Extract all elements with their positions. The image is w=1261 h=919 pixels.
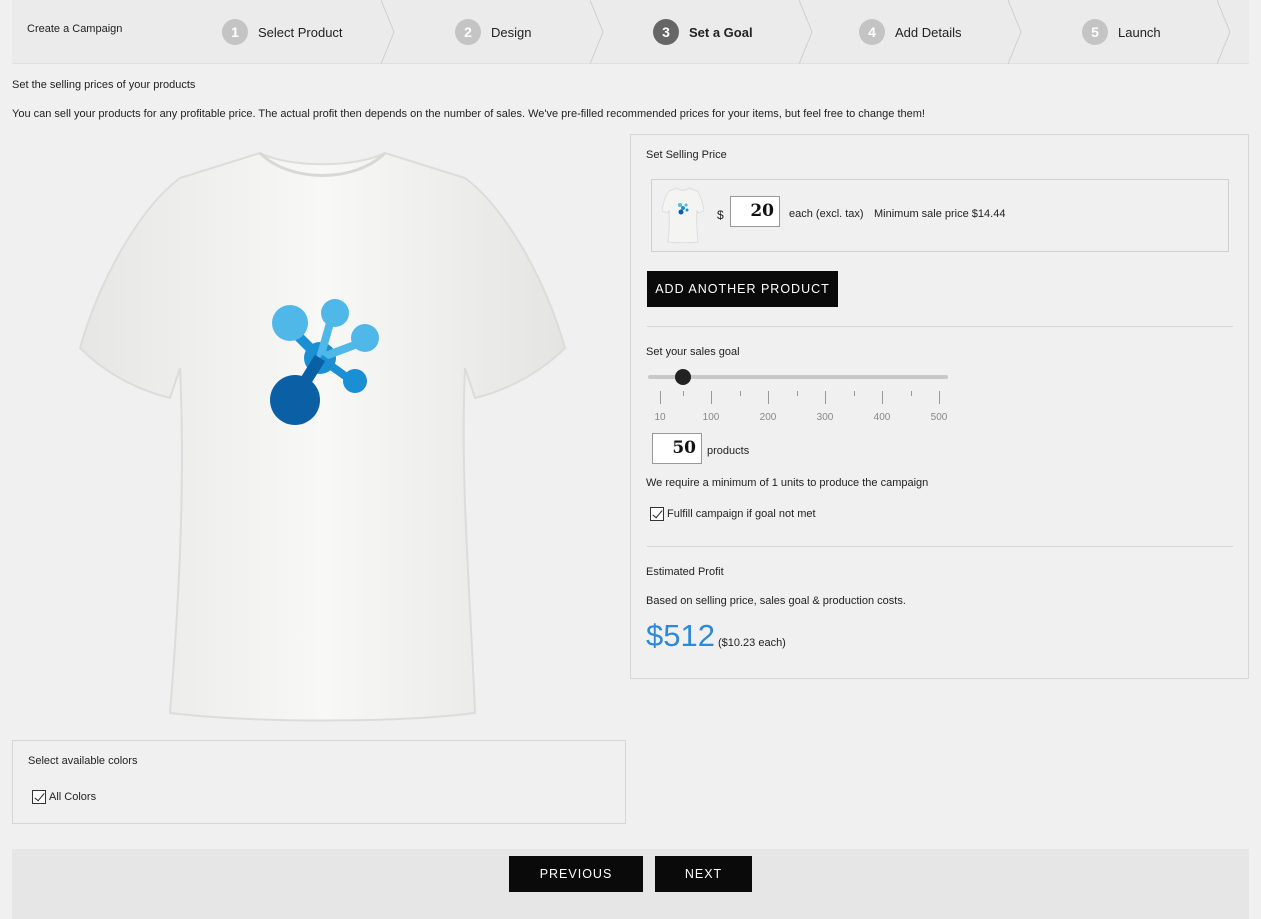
add-another-product-button[interactable]: ADD ANOTHER PRODUCT <box>647 271 838 307</box>
selling-price-input[interactable]: 20 <box>730 196 780 227</box>
estimated-profit-value: $512 ($10.23 each) <box>646 618 786 654</box>
fulfill-checkbox[interactable] <box>650 507 664 521</box>
next-button[interactable]: NEXT <box>655 856 752 892</box>
slider-tick <box>882 391 883 404</box>
tshirt-preview-image <box>78 151 567 722</box>
slider-tick-label: 300 <box>816 412 834 423</box>
each-excl-tax-label: each (excl. tax) <box>789 208 864 220</box>
slider-tick-label: 500 <box>930 412 948 423</box>
fulfill-label: Fulfill campaign if goal not met <box>667 508 816 520</box>
sales-goal-slider-handle[interactable] <box>675 369 691 385</box>
profit-per-item: ($10.23 each) <box>717 637 786 649</box>
profit-basis-note: Based on selling price, sales goal & pro… <box>646 595 906 607</box>
step-number: 1 <box>222 19 248 45</box>
step-number: 2 <box>455 19 481 45</box>
intro-text: You can sell your products for any profi… <box>12 108 925 120</box>
step-label: Design <box>491 24 532 40</box>
product-thumbnail <box>662 187 704 244</box>
sales-goal-input[interactable]: 50 <box>652 433 702 464</box>
previous-button[interactable]: PREVIOUS <box>509 856 643 892</box>
estimated-profit-title: Estimated Profit <box>646 566 724 578</box>
step-separator-chevron <box>1217 0 1231 64</box>
step-launch[interactable]: 5 Launch <box>1082 0 1161 64</box>
slider-tick-label: 200 <box>759 412 777 423</box>
slider-tick <box>711 391 712 404</box>
step-label: Set a Goal <box>689 24 753 40</box>
slider-tick <box>660 391 661 404</box>
selling-price-title: Set Selling Price <box>646 149 727 161</box>
slider-tick-label: 400 <box>873 412 891 423</box>
step-add-details[interactable]: 4 Add Details <box>859 0 961 64</box>
step-select-product[interactable]: 1 Select Product <box>222 0 343 64</box>
step-label: Launch <box>1118 24 1161 40</box>
step-set-a-goal[interactable]: 3 Set a Goal <box>653 0 753 64</box>
divider <box>647 546 1233 547</box>
slider-minor-tick <box>683 391 684 396</box>
slider-tick-label: 100 <box>702 412 720 423</box>
step-design[interactable]: 2 Design <box>455 0 531 64</box>
profit-amount: $512 <box>646 618 715 653</box>
step-separator-chevron <box>381 0 395 64</box>
product-price-row: $ 20 each (excl. tax) Minimum sale price… <box>651 179 1229 252</box>
step-label: Select Product <box>258 24 343 40</box>
slider-tick-label: 10 <box>654 412 666 423</box>
colors-title: Select available colors <box>28 755 138 767</box>
step-number: 4 <box>859 19 885 45</box>
available-colors-panel: Select available colors All Colors <box>12 740 626 824</box>
slider-minor-tick <box>740 391 741 396</box>
currency-symbol: $ <box>717 208 724 222</box>
page-heading: Set the selling prices of your products <box>12 79 196 91</box>
step-separator-chevron <box>799 0 813 64</box>
divider <box>647 326 1233 327</box>
slider-tick <box>825 391 826 404</box>
slider-tick <box>939 391 940 404</box>
all-colors-checkbox[interactable] <box>32 790 46 804</box>
step-number: 5 <box>1082 19 1108 45</box>
sales-goal-title: Set your sales goal <box>646 346 740 358</box>
products-unit-label: products <box>707 445 750 457</box>
minimum-sale-price: Minimum sale price $14.44 <box>874 208 1006 220</box>
wizard-footer: PREVIOUS NEXT <box>12 849 1249 919</box>
step-label: Add Details <box>895 24 962 40</box>
slider-minor-tick <box>854 391 855 396</box>
all-colors-label: All Colors <box>49 791 97 803</box>
step-separator-chevron <box>590 0 604 64</box>
minimum-units-note: We require a minimum of 1 units to produ… <box>646 477 929 489</box>
slider-minor-tick <box>911 391 912 396</box>
create-campaign-label: Create a Campaign <box>27 23 123 35</box>
pricing-goal-panel: Set Selling Price $ 20 each (excl. tax) … <box>630 134 1249 679</box>
step-number: 3 <box>653 19 679 45</box>
sales-goal-slider-track[interactable] <box>648 375 948 379</box>
slider-tick <box>768 391 769 404</box>
campaign-stepper: Create a Campaign 1 Select Product 2 Des… <box>12 0 1249 64</box>
step-separator-chevron <box>1008 0 1022 64</box>
slider-minor-tick <box>797 391 798 396</box>
all-colors-option[interactable]: All Colors <box>32 790 96 804</box>
fulfill-if-goal-not-met-option[interactable]: Fulfill campaign if goal not met <box>650 507 816 521</box>
